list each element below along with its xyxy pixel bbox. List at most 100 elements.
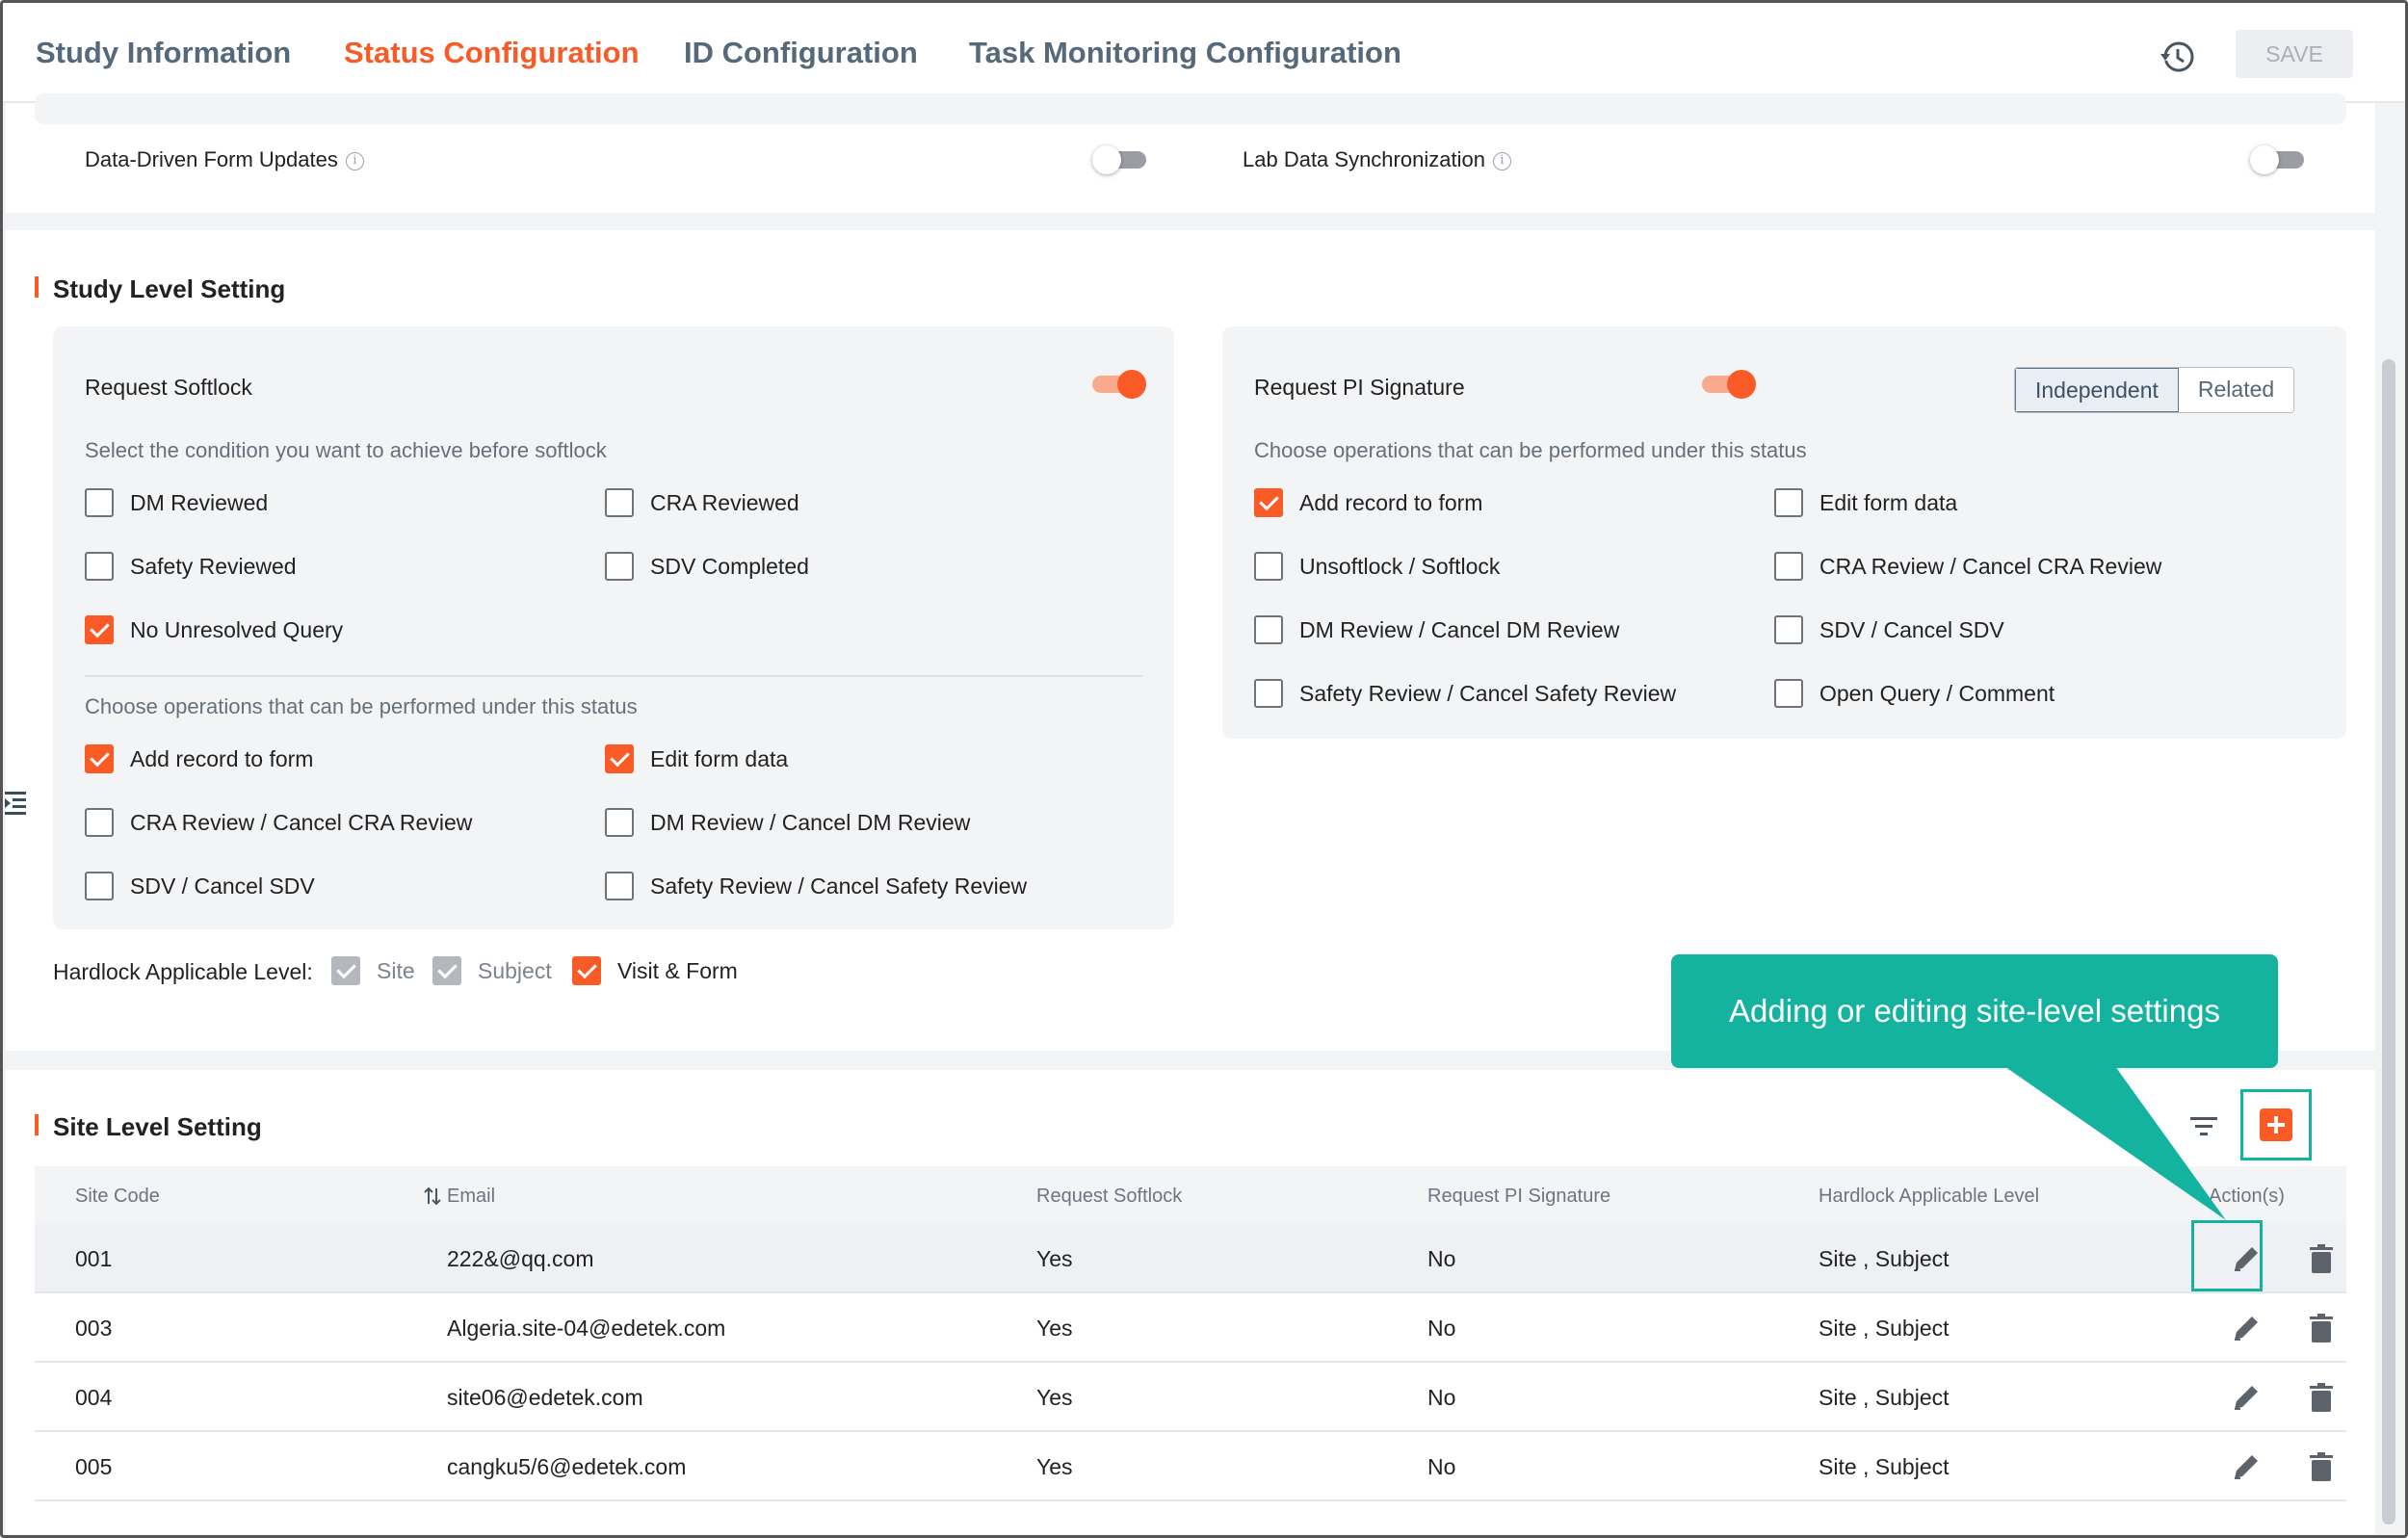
softlock-panel: Request Softlock Select the condition yo… (53, 326, 1174, 929)
app-window: Study Information Status Configuration I… (0, 0, 2408, 1538)
edit-icon[interactable] (2227, 1378, 2265, 1417)
pi-op-edit-form[interactable]: Edit form data (1774, 486, 1957, 519)
scrollbar[interactable] (2382, 359, 2395, 1525)
request-softlock-toggle[interactable] (1090, 370, 1146, 399)
data-driven-form-updates-toggle[interactable] (1092, 145, 1148, 174)
softlock-op-dm-review[interactable]: DM Review / Cancel DM Review (605, 806, 970, 839)
toggle-knob (1727, 370, 1756, 399)
edit-icon[interactable] (2227, 1447, 2265, 1486)
tab-task-monitoring-configuration[interactable]: Task Monitoring Configuration (969, 36, 1401, 70)
side-panel-toggle-icon[interactable] (3, 789, 28, 818)
checkbox[interactable] (1254, 615, 1283, 644)
checkbox[interactable] (1774, 488, 1803, 517)
history-icon[interactable] (2159, 38, 2197, 76)
tab-study-information[interactable]: Study Information (36, 36, 291, 70)
sync-label-lab-data-text: Lab Data Synchronization (1243, 147, 1485, 171)
checkbox-label: CRA Review / Cancel CRA Review (130, 809, 473, 835)
callout-tooltip: Adding or editing site-level settings (1671, 954, 2278, 1068)
delete-icon[interactable] (2302, 1239, 2341, 1278)
checkbox-label: SDV / Cancel SDV (130, 873, 315, 899)
checkbox[interactable] (605, 808, 634, 837)
tab-id-configuration[interactable]: ID Configuration (684, 36, 918, 70)
callout-text: Adding or editing site-level settings (1729, 993, 2220, 1029)
condition-sdv-completed[interactable]: SDV Completed (605, 550, 809, 583)
checkbox-label: Add record to form (1299, 489, 1483, 515)
mode-related-button[interactable]: Related (2178, 368, 2294, 412)
sync-panel-top (35, 93, 2346, 124)
checkbox-label: Safety Reviewed (130, 553, 297, 579)
column-header-hardlock-level: Hardlock Applicable Level (1819, 1186, 2040, 1207)
pi-op-open-query[interactable]: Open Query / Comment (1774, 677, 2055, 710)
add-button-highlight (2240, 1089, 2312, 1160)
softlock-op-edit-form[interactable]: Edit form data (605, 743, 788, 775)
checkbox-label: CRA Reviewed (650, 489, 799, 515)
softlock-op-add-record[interactable]: Add record to form (85, 743, 313, 775)
delete-icon[interactable] (2302, 1378, 2341, 1417)
delete-icon[interactable] (2302, 1309, 2341, 1347)
softlock-op-safety-review[interactable]: Safety Review / Cancel Safety Review (605, 870, 1027, 902)
checkbox[interactable] (85, 552, 114, 581)
checkbox[interactable] (1254, 679, 1283, 708)
checkbox[interactable] (85, 808, 114, 837)
column-header-site-code[interactable]: Site Code (75, 1186, 160, 1208)
checkbox-label: CRA Review / Cancel CRA Review (1819, 553, 2162, 579)
info-icon[interactable]: i (345, 151, 364, 170)
refresh-icon[interactable] (2109, 1107, 2148, 1145)
lab-data-synchronization-toggle[interactable] (2250, 145, 2306, 174)
cell-email: Algeria.site-04@edetek.com (447, 1316, 726, 1341)
hardlock-level-subject: Subject (432, 954, 552, 987)
table-row: 005 cangku5/6@edetek.com Yes No Site , S… (35, 1432, 2346, 1501)
mode-independent-button[interactable]: Independent (2015, 368, 2179, 412)
delete-icon[interactable] (2302, 1447, 2341, 1486)
checkbox[interactable] (1254, 552, 1283, 581)
checkbox[interactable] (1774, 552, 1803, 581)
condition-dm-reviewed[interactable]: DM Reviewed (85, 486, 268, 519)
filter-icon[interactable] (2185, 1107, 2223, 1145)
pi-op-safety-review[interactable]: Safety Review / Cancel Safety Review (1254, 677, 1676, 710)
sync-label-data-driven-text: Data-Driven Form Updates (85, 147, 338, 171)
checkbox[interactable] (605, 744, 634, 773)
checkbox[interactable] (572, 956, 601, 985)
pi-op-cra-review[interactable]: CRA Review / Cancel CRA Review (1774, 550, 2161, 583)
cell-hardlock-level: Site , Subject (1819, 1385, 1950, 1410)
checkbox[interactable] (85, 488, 114, 517)
checkbox[interactable] (85, 615, 114, 644)
info-icon[interactable]: i (1492, 151, 1511, 170)
table-row: 003 Algeria.site-04@edetek.com Yes No Si… (35, 1293, 2346, 1363)
toggle-knob (2250, 145, 2279, 174)
softlock-op-sdv[interactable]: SDV / Cancel SDV (85, 870, 315, 902)
condition-no-unresolved-query[interactable]: No Unresolved Query (85, 613, 343, 646)
request-pi-signature-toggle[interactable] (1700, 370, 1756, 399)
save-button[interactable]: SAVE (2236, 30, 2353, 78)
checkbox-label: No Unresolved Query (130, 616, 344, 642)
checkbox[interactable] (85, 744, 114, 773)
pi-op-dm-review[interactable]: DM Review / Cancel DM Review (1254, 613, 1619, 646)
condition-safety-reviewed[interactable]: Safety Reviewed (85, 550, 297, 583)
checkbox[interactable] (1774, 615, 1803, 644)
hardlock-level-visit-form[interactable]: Visit & Form (572, 954, 738, 987)
cell-site-code: 004 (75, 1385, 113, 1410)
cell-hardlock-level: Site , Subject (1819, 1454, 1950, 1479)
pi-op-sdv[interactable]: SDV / Cancel SDV (1774, 613, 2004, 646)
tab-bar: Study Information Status Configuration I… (3, 3, 2405, 103)
cell-request-pi-signature: No (1427, 1316, 1456, 1341)
checkbox (432, 956, 461, 985)
edit-icon[interactable] (2227, 1309, 2265, 1347)
condition-cra-reviewed[interactable]: CRA Reviewed (605, 486, 799, 519)
softlock-op-cra-review[interactable]: CRA Review / Cancel CRA Review (85, 806, 472, 839)
checkbox[interactable] (1774, 679, 1803, 708)
sort-icon[interactable] (423, 1186, 442, 1207)
column-header-request-pi-signature: Request PI Signature (1427, 1186, 1611, 1207)
softlock-operations-hint: Choose operations that can be performed … (85, 694, 638, 718)
pi-op-add-record[interactable]: Add record to form (1254, 486, 1482, 519)
tab-status-configuration[interactable]: Status Configuration (344, 36, 640, 70)
study-level-title: Study Level Setting (53, 274, 286, 303)
checkbox[interactable] (605, 488, 634, 517)
checkbox[interactable] (605, 872, 634, 900)
checkbox[interactable] (605, 552, 634, 581)
pi-op-unsoftlock[interactable]: Unsoftlock / Softlock (1254, 550, 1500, 583)
checkbox[interactable] (85, 872, 114, 900)
checkbox-label: Edit form data (650, 745, 789, 771)
checkbox[interactable] (1254, 488, 1283, 517)
section-title-marker (35, 1114, 39, 1135)
